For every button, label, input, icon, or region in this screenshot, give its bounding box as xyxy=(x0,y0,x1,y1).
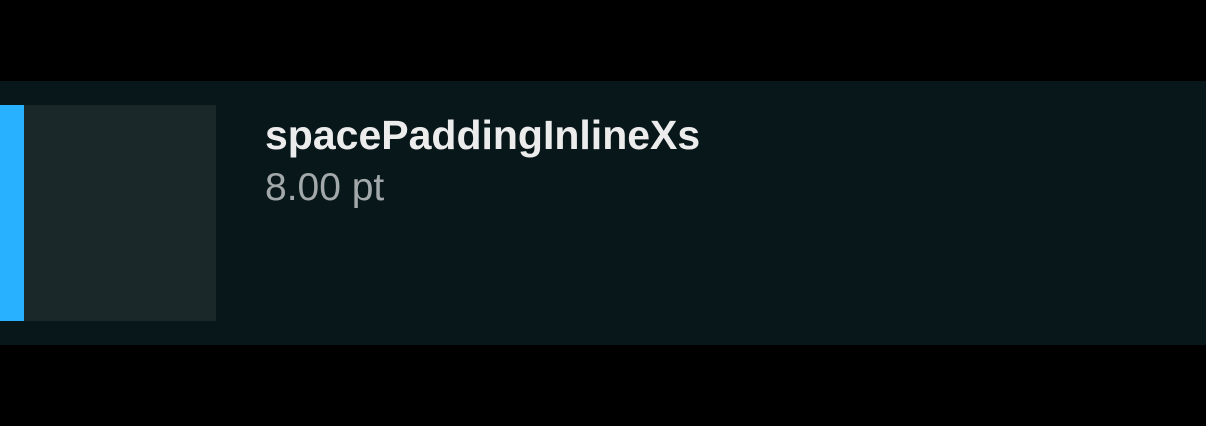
token-name: spacePaddingInlineXs xyxy=(265,112,701,158)
token-value: 8.00 pt xyxy=(265,166,385,209)
token-swatch xyxy=(0,105,216,321)
spacing-indicator-bar xyxy=(0,105,24,321)
token-row[interactable]: spacePaddingInlineXs 8.00 pt xyxy=(0,81,1206,345)
